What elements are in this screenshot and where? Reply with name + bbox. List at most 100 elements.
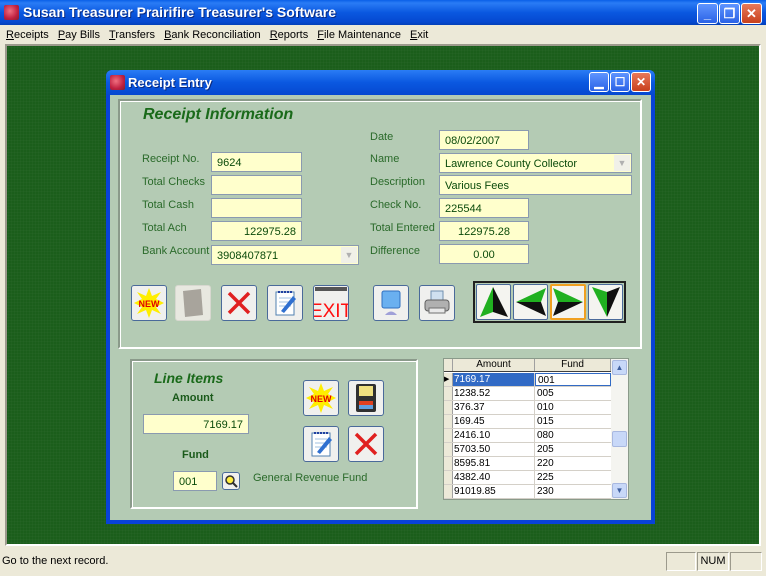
- line-amount-field[interactable]: 7169.17: [143, 414, 249, 434]
- cell-fund[interactable]: 005: [535, 387, 611, 400]
- cell-fund[interactable]: 010: [535, 401, 611, 414]
- grid-rows: ▶ 7169.17 001 1238.52 005 376.37 010 169.45 015 2…: [444, 373, 612, 499]
- total-ach-field[interactable]: 122975.28: [211, 221, 302, 241]
- row-selector[interactable]: [444, 415, 453, 428]
- row-selector[interactable]: [444, 387, 453, 400]
- line-items-grid[interactable]: Amount Fund ▶ 7169.17 001 1238.52 005 376.37 0…: [443, 358, 629, 500]
- floppy-disk-icon: [356, 384, 376, 412]
- menu-exit[interactable]: Exit: [410, 29, 428, 41]
- save-receipt-button[interactable]: [175, 285, 211, 321]
- row-selector[interactable]: [444, 471, 453, 484]
- column-header-amount[interactable]: Amount: [453, 359, 535, 371]
- grid-row[interactable]: 8595.81 220: [444, 457, 612, 471]
- menu-transfers[interactable]: Transfers: [109, 29, 155, 41]
- cell-amount[interactable]: 91019.85: [453, 485, 535, 498]
- total-checks-field[interactable]: [211, 175, 302, 195]
- exit-button[interactable]: EXIT: [313, 285, 349, 321]
- print-button[interactable]: [419, 285, 455, 321]
- line-fund-field[interactable]: 001: [173, 471, 217, 491]
- date-field[interactable]: 08/02/2007: [439, 130, 529, 150]
- grid-row[interactable]: ▶ 7169.17 001: [444, 373, 612, 387]
- restore-button[interactable]: ❐: [719, 3, 740, 24]
- minimize-button[interactable]: _: [697, 3, 718, 24]
- cell-amount[interactable]: 8595.81: [453, 457, 535, 470]
- first-record-button[interactable]: [476, 284, 511, 320]
- child-minimize-button[interactable]: ▁: [589, 72, 609, 92]
- chevron-up-icon: ▲: [615, 363, 624, 372]
- cell-fund[interactable]: 230: [535, 485, 611, 498]
- cell-fund[interactable]: 080: [535, 429, 611, 442]
- grid-row[interactable]: 4382.40 225: [444, 471, 612, 485]
- receipt-entry-window: Receipt Entry ▁ ☐ ✕ Receipt Information …: [106, 70, 655, 524]
- column-header-fund[interactable]: Fund: [535, 359, 611, 371]
- name-combo[interactable]: Lawrence County Collector ▼: [439, 153, 632, 173]
- new-receipt-button[interactable]: NEW: [131, 285, 167, 321]
- cell-fund[interactable]: 225: [535, 471, 611, 484]
- row-selector[interactable]: [444, 443, 453, 456]
- row-selector[interactable]: [444, 485, 453, 498]
- fund-lookup-button[interactable]: [222, 472, 240, 490]
- save-line-button[interactable]: [348, 380, 384, 416]
- grid-row[interactable]: 169.45 015: [444, 415, 612, 429]
- restore-icon: ❐: [723, 5, 736, 21]
- menu-reports[interactable]: Reports: [270, 29, 309, 41]
- cell-fund[interactable]: 205: [535, 443, 611, 456]
- cell-amount[interactable]: 2416.10: [453, 429, 535, 442]
- description-label: Description: [370, 176, 426, 188]
- menu-file-maintenance[interactable]: File Maintenance: [317, 29, 401, 41]
- scroll-down-button[interactable]: ▼: [612, 483, 627, 498]
- grid-row[interactable]: 91019.85 230: [444, 485, 612, 499]
- cell-amount[interactable]: 7169.17: [453, 373, 535, 386]
- scroll-up-button[interactable]: ▲: [612, 360, 627, 375]
- menu-receipts[interactable]: Receipts: [6, 29, 49, 41]
- menu-pay-bills[interactable]: Pay Bills: [58, 29, 100, 41]
- edit-receipt-button[interactable]: [267, 285, 303, 321]
- scroll-thumb[interactable]: [612, 431, 627, 447]
- grid-row[interactable]: 1238.52 005: [444, 387, 612, 401]
- cell-amount[interactable]: 5703.50: [453, 443, 535, 456]
- cell-amount[interactable]: 376.37: [453, 401, 535, 414]
- edit-notepad-icon: [311, 432, 332, 457]
- cell-fund[interactable]: 001: [535, 373, 611, 386]
- grid-scrollbar[interactable]: ▲ ▼: [611, 359, 628, 499]
- chevron-down-icon[interactable]: ▼: [341, 247, 357, 263]
- chevron-down-icon[interactable]: ▼: [614, 155, 630, 171]
- menu-reports-label: eports: [277, 28, 309, 41]
- menu-bank-reconciliation[interactable]: Bank Reconciliation: [164, 29, 261, 41]
- receipt-no-field[interactable]: 9624: [211, 152, 302, 172]
- child-close-button[interactable]: ✕: [631, 72, 651, 92]
- current-row-indicator-icon[interactable]: ▶: [444, 373, 453, 386]
- cell-amount[interactable]: 4382.40: [453, 471, 535, 484]
- edit-line-button[interactable]: [303, 426, 339, 462]
- description-field[interactable]: Various Fees: [439, 175, 632, 195]
- check-no-field[interactable]: 225544: [439, 198, 529, 218]
- computer-icon: [381, 290, 401, 315]
- bank-account-combo[interactable]: 3908407871 ▼: [211, 245, 359, 265]
- row-selector[interactable]: [444, 401, 453, 414]
- app-icon: [4, 5, 19, 20]
- total-cash-label: Total Cash: [142, 199, 194, 211]
- previous-record-button[interactable]: [513, 284, 548, 320]
- child-maximize-button[interactable]: ☐: [610, 72, 630, 92]
- bank-account-label: Bank Account: [142, 245, 210, 257]
- grid-row[interactable]: 376.37 010: [444, 401, 612, 415]
- menu-transfers-label: ransfers: [115, 28, 156, 41]
- grid-row[interactable]: 2416.10 080: [444, 429, 612, 443]
- last-record-button[interactable]: [588, 284, 623, 320]
- cell-fund[interactable]: 015: [535, 415, 611, 428]
- grid-row[interactable]: 5703.50 205: [444, 443, 612, 457]
- delete-line-button[interactable]: [348, 426, 384, 462]
- menu-exit-label: xit: [417, 28, 429, 41]
- row-selector[interactable]: [444, 429, 453, 442]
- delete-receipt-button[interactable]: [221, 285, 257, 321]
- cell-amount[interactable]: 169.45: [453, 415, 535, 428]
- close-button[interactable]: ✕: [741, 3, 762, 24]
- new-line-button[interactable]: NEW: [303, 380, 339, 416]
- row-selector[interactable]: [444, 457, 453, 470]
- menu-receipts-label: eceipts: [13, 28, 49, 41]
- cell-amount[interactable]: 1238.52: [453, 387, 535, 400]
- total-cash-field[interactable]: [211, 198, 302, 218]
- next-record-button[interactable]: [550, 284, 586, 320]
- computer-button[interactable]: [373, 285, 409, 321]
- cell-fund[interactable]: 220: [535, 457, 611, 470]
